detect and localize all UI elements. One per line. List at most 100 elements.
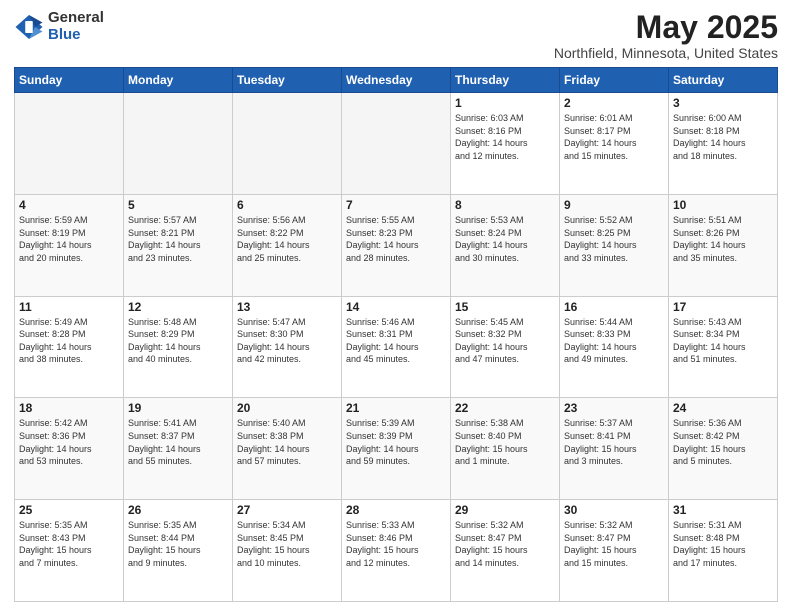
calendar-header-tuesday: Tuesday bbox=[233, 68, 342, 93]
day-info: Sunrise: 5:32 AMSunset: 8:47 PMDaylight:… bbox=[564, 519, 664, 569]
day-cell-10: 10 Sunrise: 5:51 AMSunset: 8:26 PMDayligh… bbox=[669, 194, 778, 296]
day-number: 24 bbox=[673, 401, 773, 415]
calendar-header-saturday: Saturday bbox=[669, 68, 778, 93]
day-cell-22: 22 Sunrise: 5:38 AMSunset: 8:40 PMDayligh… bbox=[451, 398, 560, 500]
empty-cell bbox=[15, 93, 124, 195]
day-info: Sunrise: 5:32 AMSunset: 8:47 PMDaylight:… bbox=[455, 519, 555, 569]
day-cell-4: 4 Sunrise: 5:59 AMSunset: 8:19 PMDaylight… bbox=[15, 194, 124, 296]
day-cell-9: 9Sunrise: 5:52 AMSunset: 8:25 PMDaylight… bbox=[560, 194, 669, 296]
day-number: 2 bbox=[564, 96, 664, 110]
day-info: Sunrise: 5:46 AMSunset: 8:31 PMDaylight:… bbox=[346, 316, 446, 366]
header: General Blue May 2025 Northfield, Minnes… bbox=[14, 10, 778, 61]
day-cell-6: 6 Sunrise: 5:56 AMSunset: 8:22 PMDaylight… bbox=[233, 194, 342, 296]
day-number: 29 bbox=[455, 503, 555, 517]
day-cell-18: 18 Sunrise: 5:42 AMSunset: 8:36 PMDayligh… bbox=[15, 398, 124, 500]
day-number: 27 bbox=[237, 503, 337, 517]
day-number: 10 bbox=[673, 198, 773, 212]
day-cell-14: 14 Sunrise: 5:46 AMSunset: 8:31 PMDayligh… bbox=[342, 296, 451, 398]
day-number: 11 bbox=[19, 300, 119, 314]
calendar-header-row: SundayMondayTuesdayWednesdayThursdayFrid… bbox=[15, 68, 778, 93]
week-row-2: 4 Sunrise: 5:59 AMSunset: 8:19 PMDaylight… bbox=[15, 194, 778, 296]
day-info: Sunrise: 5:51 AMSunset: 8:26 PMDaylight:… bbox=[673, 214, 773, 264]
day-number: 12 bbox=[128, 300, 228, 314]
empty-cell bbox=[124, 93, 233, 195]
day-cell-21: 21 Sunrise: 5:39 AMSunset: 8:39 PMDayligh… bbox=[342, 398, 451, 500]
day-info: Sunrise: 6:03 AMSunset: 8:16 PMDaylight:… bbox=[455, 112, 555, 162]
day-info: Sunrise: 6:00 AMSunset: 8:18 PMDaylight:… bbox=[673, 112, 773, 162]
day-info: Sunrise: 5:31 AMSunset: 8:48 PMDaylight:… bbox=[673, 519, 773, 569]
day-cell-27: 27 Sunrise: 5:34 AMSunset: 8:45 PMDayligh… bbox=[233, 500, 342, 602]
day-number: 15 bbox=[455, 300, 555, 314]
day-number: 28 bbox=[346, 503, 446, 517]
day-number: 3 bbox=[673, 96, 773, 110]
calendar-header-sunday: Sunday bbox=[15, 68, 124, 93]
day-info: Sunrise: 5:39 AMSunset: 8:39 PMDaylight:… bbox=[346, 417, 446, 467]
day-info: Sunrise: 5:35 AMSunset: 8:43 PMDaylight:… bbox=[19, 519, 119, 569]
day-cell-1: 1Sunrise: 6:03 AMSunset: 8:16 PMDaylight… bbox=[451, 93, 560, 195]
calendar: SundayMondayTuesdayWednesdayThursdayFrid… bbox=[14, 67, 778, 602]
main-title: May 2025 bbox=[554, 10, 778, 45]
day-number: 6 bbox=[237, 198, 337, 212]
day-info: Sunrise: 5:40 AMSunset: 8:38 PMDaylight:… bbox=[237, 417, 337, 467]
day-info: Sunrise: 5:35 AMSunset: 8:44 PMDaylight:… bbox=[128, 519, 228, 569]
day-cell-28: 28 Sunrise: 5:33 AMSunset: 8:46 PMDayligh… bbox=[342, 500, 451, 602]
day-info: Sunrise: 5:36 AMSunset: 8:42 PMDaylight:… bbox=[673, 417, 773, 467]
day-info: Sunrise: 5:34 AMSunset: 8:45 PMDaylight:… bbox=[237, 519, 337, 569]
week-row-3: 11 Sunrise: 5:49 AMSunset: 8:28 PMDayligh… bbox=[15, 296, 778, 398]
day-info: Sunrise: 5:47 AMSunset: 8:30 PMDaylight:… bbox=[237, 316, 337, 366]
day-info: Sunrise: 5:44 AMSunset: 8:33 PMDaylight:… bbox=[564, 316, 664, 366]
day-cell-25: 25 Sunrise: 5:35 AMSunset: 8:43 PMDayligh… bbox=[15, 500, 124, 602]
day-number: 8 bbox=[455, 198, 555, 212]
day-number: 4 bbox=[19, 198, 119, 212]
page: General Blue May 2025 Northfield, Minnes… bbox=[0, 0, 792, 612]
logo-blue: Blue bbox=[48, 27, 104, 44]
day-cell-5: 5 Sunrise: 5:57 AMSunset: 8:21 PMDaylight… bbox=[124, 194, 233, 296]
day-info: Sunrise: 5:48 AMSunset: 8:29 PMDaylight:… bbox=[128, 316, 228, 366]
day-cell-20: 20 Sunrise: 5:40 AMSunset: 8:38 PMDayligh… bbox=[233, 398, 342, 500]
day-info: Sunrise: 5:57 AMSunset: 8:21 PMDaylight:… bbox=[128, 214, 228, 264]
day-info: Sunrise: 5:55 AMSunset: 8:23 PMDaylight:… bbox=[346, 214, 446, 264]
logo-icon bbox=[14, 12, 44, 42]
day-info: Sunrise: 5:43 AMSunset: 8:34 PMDaylight:… bbox=[673, 316, 773, 366]
day-number: 22 bbox=[455, 401, 555, 415]
title-block: May 2025 Northfield, Minnesota, United S… bbox=[554, 10, 778, 61]
day-number: 18 bbox=[19, 401, 119, 415]
logo-general: General bbox=[48, 10, 104, 27]
day-cell-11: 11 Sunrise: 5:49 AMSunset: 8:28 PMDayligh… bbox=[15, 296, 124, 398]
day-cell-19: 19Sunrise: 5:41 AMSunset: 8:37 PMDayligh… bbox=[124, 398, 233, 500]
day-cell-3: 3 Sunrise: 6:00 AMSunset: 8:18 PMDaylight… bbox=[669, 93, 778, 195]
day-number: 7 bbox=[346, 198, 446, 212]
day-number: 5 bbox=[128, 198, 228, 212]
day-cell-26: 26Sunrise: 5:35 AMSunset: 8:44 PMDayligh… bbox=[124, 500, 233, 602]
day-info: Sunrise: 5:45 AMSunset: 8:32 PMDaylight:… bbox=[455, 316, 555, 366]
day-number: 16 bbox=[564, 300, 664, 314]
day-info: Sunrise: 6:01 AMSunset: 8:17 PMDaylight:… bbox=[564, 112, 664, 162]
day-number: 25 bbox=[19, 503, 119, 517]
day-number: 17 bbox=[673, 300, 773, 314]
calendar-header-thursday: Thursday bbox=[451, 68, 560, 93]
day-number: 14 bbox=[346, 300, 446, 314]
day-number: 23 bbox=[564, 401, 664, 415]
day-info: Sunrise: 5:53 AMSunset: 8:24 PMDaylight:… bbox=[455, 214, 555, 264]
day-cell-23: 23 Sunrise: 5:37 AMSunset: 8:41 PMDayligh… bbox=[560, 398, 669, 500]
day-info: Sunrise: 5:37 AMSunset: 8:41 PMDaylight:… bbox=[564, 417, 664, 467]
day-info: Sunrise: 5:41 AMSunset: 8:37 PMDaylight:… bbox=[128, 417, 228, 467]
day-number: 31 bbox=[673, 503, 773, 517]
logo-text: General Blue bbox=[48, 10, 104, 43]
day-info: Sunrise: 5:33 AMSunset: 8:46 PMDaylight:… bbox=[346, 519, 446, 569]
week-row-4: 18 Sunrise: 5:42 AMSunset: 8:36 PMDayligh… bbox=[15, 398, 778, 500]
day-info: Sunrise: 5:38 AMSunset: 8:40 PMDaylight:… bbox=[455, 417, 555, 467]
day-cell-15: 15 Sunrise: 5:45 AMSunset: 8:32 PMDayligh… bbox=[451, 296, 560, 398]
week-row-5: 25 Sunrise: 5:35 AMSunset: 8:43 PMDayligh… bbox=[15, 500, 778, 602]
day-info: Sunrise: 5:56 AMSunset: 8:22 PMDaylight:… bbox=[237, 214, 337, 264]
day-info: Sunrise: 5:49 AMSunset: 8:28 PMDaylight:… bbox=[19, 316, 119, 366]
day-number: 21 bbox=[346, 401, 446, 415]
logo: General Blue bbox=[14, 10, 104, 43]
week-row-1: 1Sunrise: 6:03 AMSunset: 8:16 PMDaylight… bbox=[15, 93, 778, 195]
day-number: 20 bbox=[237, 401, 337, 415]
day-info: Sunrise: 5:59 AMSunset: 8:19 PMDaylight:… bbox=[19, 214, 119, 264]
day-info: Sunrise: 5:42 AMSunset: 8:36 PMDaylight:… bbox=[19, 417, 119, 467]
day-cell-30: 30Sunrise: 5:32 AMSunset: 8:47 PMDayligh… bbox=[560, 500, 669, 602]
day-info: Sunrise: 5:52 AMSunset: 8:25 PMDaylight:… bbox=[564, 214, 664, 264]
day-cell-8: 8 Sunrise: 5:53 AMSunset: 8:24 PMDaylight… bbox=[451, 194, 560, 296]
